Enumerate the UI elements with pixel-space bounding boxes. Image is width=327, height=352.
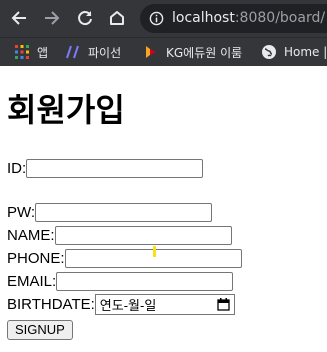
- id-label: ID:: [7, 159, 27, 177]
- url-path: :8080/board/: [234, 10, 326, 26]
- back-arrow-icon: [11, 11, 26, 25]
- bookmark-apps[interactable]: 앱: [14, 43, 48, 61]
- birthdate-row: BIRTHDATE: 연도-월-일: [7, 293, 235, 315]
- email-input[interactable]: [56, 271, 234, 291]
- address-bar[interactable]: localhost:8080/board/: [140, 4, 327, 33]
- bookmark-home[interactable]: Home |: [261, 43, 327, 61]
- slash-logo-icon: [66, 45, 79, 59]
- reload-button[interactable]: [73, 6, 97, 30]
- bookmark-kg[interactable]: KG에듀원 이룸: [143, 43, 242, 61]
- info-icon[interactable]: [149, 11, 164, 26]
- name-row: NAME:: [7, 224, 232, 246]
- mouse-cursor: [153, 246, 156, 257]
- signup-page: 회원가입 ID: PW: NAME: PHONE: EMAIL: BIRTHDA…: [0, 66, 327, 352]
- birthdate-label: BIRTHDATE:: [7, 295, 95, 313]
- phone-label: PHONE:: [7, 249, 65, 267]
- kg-logo-icon: [146, 46, 156, 58]
- email-label: EMAIL:: [7, 272, 57, 290]
- forward-button[interactable]: [40, 6, 64, 30]
- url-host: localhost: [172, 10, 235, 26]
- id-row: ID:: [7, 157, 204, 179]
- reload-icon: [78, 11, 92, 26]
- bookmark-label: KG에듀원 이룸: [166, 45, 243, 60]
- address-url: localhost:8080/board/: [172, 10, 325, 26]
- birthdate-input[interactable]: 연도-월-일: [94, 293, 235, 315]
- globe-icon: [262, 45, 276, 59]
- bookmark-label: 앱: [37, 45, 49, 60]
- birthdate-placeholder: 연도-월-일: [99, 297, 157, 313]
- bookmarks-bar: 앱 파이선 KG에듀원 이룸 Home |: [0, 37, 327, 66]
- home-button[interactable]: [105, 6, 129, 30]
- apps-grid-icon: [15, 45, 29, 59]
- back-button[interactable]: [7, 6, 31, 30]
- bookmark-python[interactable]: 파이선: [65, 43, 121, 61]
- phone-row: PHONE:: [7, 247, 242, 269]
- browser-toolbar: localhost:8080/board/: [0, 0, 327, 37]
- pw-input[interactable]: [35, 202, 213, 222]
- page-title: 회원가입: [7, 92, 125, 128]
- name-label: NAME:: [7, 226, 55, 244]
- forward-arrow-icon: [45, 11, 60, 25]
- email-row: EMAIL:: [7, 270, 234, 292]
- home-icon: [110, 11, 124, 25]
- bookmark-label: Home |: [284, 45, 327, 59]
- pw-row: PW:: [7, 201, 213, 223]
- pw-label: PW:: [7, 203, 36, 221]
- name-input[interactable]: [54, 225, 232, 245]
- id-input[interactable]: [26, 158, 204, 178]
- signup-button[interactable]: SIGNUP: [7, 320, 73, 340]
- calendar-icon[interactable]: [217, 297, 230, 311]
- bookmark-label: 파이선: [88, 45, 122, 60]
